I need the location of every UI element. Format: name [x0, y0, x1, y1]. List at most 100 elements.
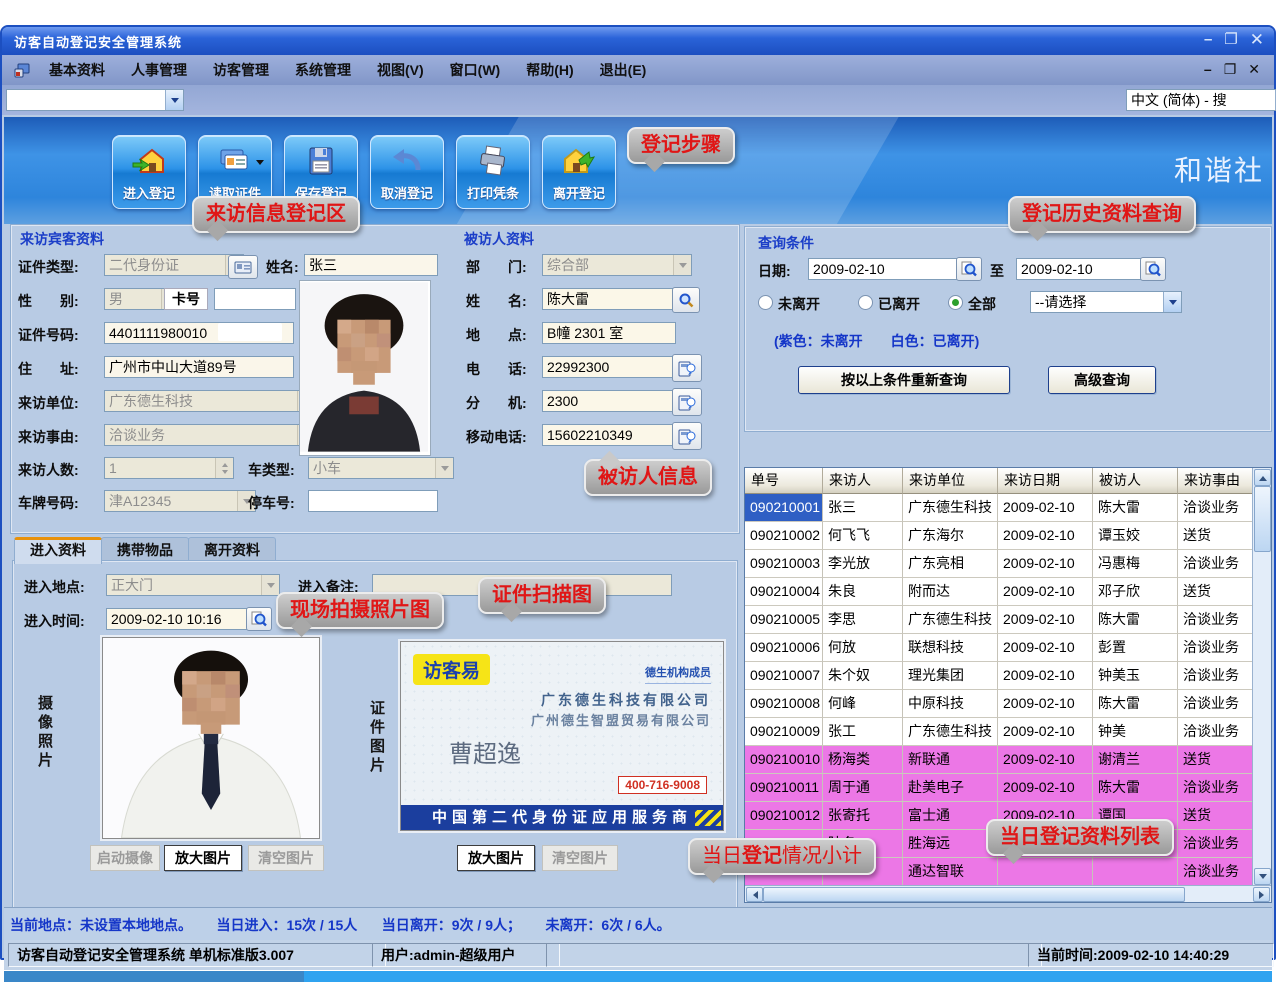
- menu-system-mgmt[interactable]: 系统管理: [282, 55, 364, 85]
- scroll-left-icon[interactable]: [746, 887, 763, 902]
- scroll-down-icon[interactable]: [1254, 868, 1271, 885]
- visited-search-button[interactable]: [672, 287, 700, 313]
- enter-register-button[interactable]: 进入登记: [112, 135, 186, 209]
- radio-left[interactable]: [858, 295, 873, 310]
- scroll-right-icon[interactable]: [1253, 887, 1270, 902]
- quick-select-combobox[interactable]: [6, 89, 184, 111]
- mdi-minimize-icon[interactable]: –: [1204, 61, 1212, 78]
- table-row[interactable]: 090210009张工广东德生科技2009-02-10钟美洽谈业务: [745, 718, 1253, 746]
- address-field[interactable]: 广州市中山大道89号: [104, 356, 294, 378]
- table-row[interactable]: 090210007朱个奴理光集团2009-02-10钟美玉洽谈业务: [745, 662, 1253, 690]
- advanced-query-button[interactable]: 高级查询: [1048, 366, 1156, 394]
- date-to-field[interactable]: 2009-02-10: [1016, 258, 1146, 280]
- start-camera-button[interactable]: 启动摄像: [90, 845, 160, 871]
- chevron-down-icon[interactable]: [1163, 292, 1181, 312]
- tab-leave-info[interactable]: 离开资料: [188, 537, 276, 562]
- minimize-icon[interactable]: –: [1204, 31, 1212, 49]
- visitor-name-field[interactable]: 张三: [304, 254, 438, 276]
- chevron-down-icon[interactable]: [165, 90, 183, 110]
- scrollbar-thumb[interactable]: [1254, 486, 1271, 552]
- card-no-button[interactable]: 卡号: [164, 288, 208, 310]
- print-receipt-button[interactable]: 打印凭条: [456, 135, 530, 209]
- vertical-scrollbar[interactable]: [1252, 468, 1271, 886]
- scan-clear-button[interactable]: 清空图片: [542, 845, 618, 871]
- current-place-status: 当前地点：未设置本地地点。: [10, 915, 192, 935]
- menu-items: 基本资料 人事管理 访客管理 系统管理 视图(V) 窗口(W) 帮助(H) 退出…: [36, 55, 659, 85]
- company-combobox[interactable]: 广东德生科技: [104, 390, 316, 412]
- col-header-date[interactable]: 来访日期: [998, 468, 1093, 494]
- col-header-id[interactable]: 单号: [745, 468, 823, 494]
- menu-bar: 基本资料 人事管理 访客管理 系统管理 视图(V) 窗口(W) 帮助(H) 退出…: [2, 55, 1274, 85]
- entry-time-field[interactable]: 2009-02-10 10:16: [106, 608, 252, 630]
- dropdown-arrow-icon[interactable]: [256, 160, 264, 169]
- table-row[interactable]: 090210001张三广东德生科技2009-02-10陈大雷洽谈业务: [745, 494, 1253, 522]
- radio-not-left[interactable]: [758, 295, 773, 310]
- reason-label: 来访事由:: [18, 427, 79, 447]
- scrollbar-thumb[interactable]: [763, 887, 1185, 902]
- entry-time-picker-button[interactable]: [246, 607, 272, 631]
- date-from-picker-button[interactable]: [956, 257, 982, 281]
- photo-zoom-button[interactable]: 放大图片: [164, 845, 242, 871]
- table-row-not-left[interactable]: 090210010杨海类新联通2009-02-10谢清兰送货: [745, 746, 1253, 774]
- menu-help[interactable]: 帮助(H): [513, 55, 586, 85]
- dial-ext-button[interactable]: [672, 388, 702, 416]
- scan-zoom-button[interactable]: 放大图片: [457, 845, 535, 871]
- parking-field[interactable]: [308, 490, 438, 512]
- dial-phone-button[interactable]: [672, 354, 702, 382]
- table-row-not-left[interactable]: 090210011周于通赴美电子2009-02-10陈大雷洽谈业务: [745, 774, 1253, 802]
- dept-combobox[interactable]: 综合部: [542, 254, 692, 276]
- tab-carried-items[interactable]: 携带物品: [101, 537, 189, 562]
- reason-combobox[interactable]: 洽谈业务: [104, 424, 316, 446]
- menu-view[interactable]: 视图(V): [364, 55, 437, 85]
- col-header-visitor[interactable]: 来访人: [823, 468, 903, 494]
- table-row[interactable]: 090210004朱良附而达2009-02-10邓子欣送货: [745, 578, 1253, 606]
- photo-clear-button[interactable]: 清空图片: [248, 845, 324, 871]
- menu-visitor-mgmt[interactable]: 访客管理: [200, 55, 282, 85]
- menu-basic-data[interactable]: 基本资料: [36, 55, 118, 85]
- cancel-register-button[interactable]: 取消登记: [370, 135, 444, 209]
- table-row[interactable]: 090210005李思广东德生科技2009-02-10陈大雷洽谈业务: [745, 606, 1253, 634]
- table-row[interactable]: 090210003李光放广东亮相2009-02-10冯惠梅洽谈业务: [745, 550, 1253, 578]
- menu-hr[interactable]: 人事管理: [118, 55, 200, 85]
- menu-window[interactable]: 窗口(W): [437, 55, 514, 85]
- visitor-count-stepper[interactable]: 1: [104, 457, 234, 479]
- scroll-up-icon[interactable]: [1254, 469, 1271, 486]
- leave-register-button[interactable]: 离开登记: [542, 135, 616, 209]
- ext-label: 分 机:: [466, 393, 527, 413]
- date-from-field[interactable]: 2009-02-10: [808, 258, 962, 280]
- table-row[interactable]: 090210008何峰中原科技2009-02-10陈大雷洽谈业务: [745, 690, 1253, 718]
- table-row[interactable]: 090210006何放联想科技2009-02-10彭置洽谈业务: [745, 634, 1253, 662]
- date-to-picker-button[interactable]: [1140, 257, 1166, 281]
- ext-field[interactable]: 2300: [542, 390, 676, 412]
- col-header-company[interactable]: 来访单位: [903, 468, 998, 494]
- car-type-combobox[interactable]: 小车: [308, 457, 454, 479]
- entry-place-combobox[interactable]: 正大门: [106, 574, 280, 596]
- col-header-visited[interactable]: 被访人: [1093, 468, 1178, 494]
- chevron-down-icon: [261, 575, 279, 595]
- col-header-reason[interactable]: 来访事由: [1178, 468, 1253, 494]
- stepper-arrows-icon[interactable]: [215, 458, 233, 478]
- mdi-restore-icon[interactable]: ❐: [1224, 61, 1237, 78]
- dial-mobile-button[interactable]: [672, 422, 702, 450]
- radio-all[interactable]: [948, 295, 963, 310]
- tab-entry-info[interactable]: 进入资料: [14, 537, 102, 564]
- portrait-image: [300, 281, 428, 453]
- mdi-close-icon[interactable]: ✕: [1248, 61, 1260, 78]
- visited-name-field[interactable]: 陈大雷: [542, 288, 676, 310]
- cert-type-combobox[interactable]: 二代身份证: [104, 254, 244, 276]
- table-row[interactable]: 090210002何飞飞广东海尔2009-02-10谭玉姣送货: [745, 522, 1253, 550]
- place-field[interactable]: B幢 2301 室: [542, 322, 676, 344]
- card-no-field[interactable]: [214, 288, 296, 310]
- visitor-section-title: 来访宾客资料: [20, 229, 104, 249]
- language-combobox[interactable]: 中文 (简体) - 搜: [1126, 89, 1276, 111]
- card-reader-button[interactable]: [228, 255, 258, 279]
- phone-field[interactable]: 22992300: [542, 356, 676, 378]
- restore-icon[interactable]: ❐: [1224, 31, 1237, 49]
- plate-combobox[interactable]: 津A12345: [104, 490, 256, 512]
- requery-button[interactable]: 按以上条件重新查询: [798, 366, 1010, 394]
- query-filter-combobox[interactable]: --请选择: [1030, 291, 1182, 313]
- mobile-field[interactable]: 15602210349: [542, 424, 676, 446]
- horizontal-scrollbar[interactable]: [745, 885, 1271, 902]
- close-icon[interactable]: ✕: [1250, 31, 1264, 49]
- menu-exit[interactable]: 退出(E): [587, 55, 660, 85]
